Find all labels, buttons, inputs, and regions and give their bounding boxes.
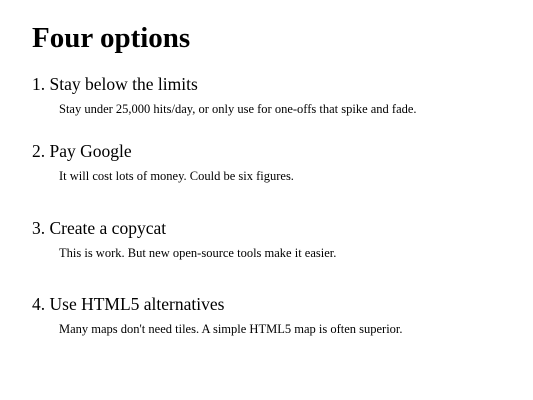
- option-heading: 1. Stay below the limits: [32, 74, 198, 94]
- option-item: 2. Pay Google It will cost lots of money…: [32, 140, 527, 184]
- slide: Four options 1. Stay below the limits St…: [0, 0, 533, 400]
- option-description: Many maps don't need tiles. A simple HTM…: [59, 322, 403, 336]
- option-item: 3. Create a copycat This is work. But ne…: [32, 217, 527, 261]
- slide-title: Four options: [32, 22, 191, 54]
- option-heading: 2. Pay Google: [32, 141, 132, 161]
- option-description: Stay under 25,000 hits/day, or only use …: [59, 102, 417, 116]
- option-description: It will cost lots of money. Could be six…: [59, 169, 294, 183]
- option-item: 1. Stay below the limits Stay under 25,0…: [32, 73, 527, 117]
- option-description: This is work. But new open-source tools …: [59, 246, 337, 260]
- option-heading: 3. Create a copycat: [32, 218, 167, 238]
- option-heading: 4. Use HTML5 alternatives: [32, 294, 225, 314]
- option-item: 4. Use HTML5 alternatives Many maps don'…: [32, 293, 527, 337]
